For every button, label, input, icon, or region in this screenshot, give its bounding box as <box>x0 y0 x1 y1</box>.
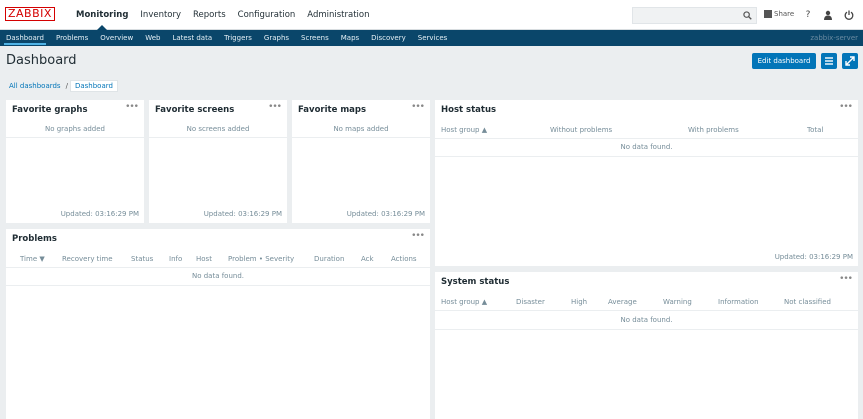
widget-system-status: System status ••• Host group ▲ Disaster … <box>435 272 858 419</box>
column-problem-severity: Problem • Severity <box>228 255 295 263</box>
sub-nav-web[interactable]: Web <box>139 30 166 46</box>
column-with-problems: With problems <box>688 126 739 134</box>
widget-title: Problems <box>12 234 57 244</box>
empty-message: No data found. <box>620 143 673 151</box>
column-time[interactable]: Time ▼ <box>20 252 45 266</box>
table-header: Host group ▲ Disaster High Average Warni… <box>435 295 858 309</box>
sub-nav-problems[interactable]: Problems <box>50 30 94 46</box>
divider <box>292 137 430 138</box>
column-not-classified: Not classified <box>784 298 831 306</box>
column-high: High <box>571 298 588 306</box>
column-information: Information <box>718 298 759 306</box>
share-icon <box>764 10 772 18</box>
divider <box>149 137 287 138</box>
column-host-group[interactable]: Host group ▲ <box>441 123 487 137</box>
share-link[interactable]: Share <box>764 10 794 18</box>
search-icon[interactable] <box>743 11 752 20</box>
zabbix-logo[interactable]: ZABBIX <box>5 7 55 21</box>
table-header: Host group ▲ Without problems With probl… <box>435 123 858 137</box>
sub-nav-discovery[interactable]: Discovery <box>365 30 412 46</box>
updated-timestamp: Updated: 03:16:29 PM <box>60 210 139 218</box>
top-bar: ZABBIX Monitoring Inventory Reports Conf… <box>0 0 863 30</box>
sub-nav-screens[interactable]: Screens <box>295 30 335 46</box>
edit-dashboard-button[interactable]: Edit dashboard <box>752 53 816 69</box>
updated-timestamp: Updated: 03:16:29 PM <box>203 210 282 218</box>
sub-nav: Dashboard Problems Overview Web Latest d… <box>0 30 453 46</box>
column-status: Status <box>131 255 154 263</box>
empty-message: No graphs added <box>44 125 106 133</box>
main-nav-reports[interactable]: Reports <box>187 0 232 30</box>
column-duration: Duration <box>314 255 345 263</box>
widget-title: Host status <box>441 105 497 115</box>
divider <box>435 329 858 330</box>
updated-timestamp: Updated: 03:16:29 PM <box>774 253 853 261</box>
server-name: zabbix-server <box>810 34 858 42</box>
sub-nav-dashboard[interactable]: Dashboard <box>0 30 50 46</box>
divider <box>435 138 858 139</box>
updated-timestamp: Updated: 03:16:29 PM <box>346 210 425 218</box>
empty-message: No data found. <box>620 316 673 324</box>
column-warning: Warning <box>663 298 692 306</box>
column-ack: Ack <box>361 255 374 263</box>
sub-nav-triggers[interactable]: Triggers <box>218 30 258 46</box>
main-nav-monitoring[interactable]: Monitoring <box>70 0 134 30</box>
breadcrumb-current[interactable]: Dashboard <box>69 80 118 92</box>
empty-message: No maps added <box>333 125 389 133</box>
column-total: Total <box>807 126 824 134</box>
share-label: Share <box>774 10 795 18</box>
sub-nav-bar: Dashboard Problems Overview Web Latest d… <box>0 30 863 46</box>
widget-title: Favorite screens <box>155 105 235 115</box>
widget-menu-icon[interactable]: ••• <box>839 274 853 284</box>
main-nav-administration[interactable]: Administration <box>301 0 375 30</box>
widget-menu-icon[interactable]: ••• <box>411 102 425 112</box>
main-nav: Monitoring Inventory Reports Configurati… <box>70 0 376 30</box>
widget-favorite-screens: Favorite screens ••• No screens added Up… <box>149 100 287 223</box>
divider <box>435 156 858 157</box>
user-profile-icon[interactable] <box>822 9 834 21</box>
table-header: Time ▼ Recovery time Status Info Host Pr… <box>6 252 430 266</box>
column-info: Info <box>169 255 183 263</box>
search-input[interactable] <box>632 7 757 24</box>
help-icon[interactable]: ? <box>802 9 814 21</box>
divider <box>6 267 430 268</box>
column-average: Average <box>608 298 637 306</box>
widget-favorite-maps: Favorite maps ••• No maps added Updated:… <box>292 100 430 223</box>
divider <box>435 310 858 311</box>
sub-nav-latest-data[interactable]: Latest data <box>166 30 218 46</box>
breadcrumb: All dashboards / Dashboard <box>6 80 118 92</box>
dashboard-list-button[interactable] <box>821 53 837 69</box>
widget-menu-icon[interactable]: ••• <box>839 102 853 112</box>
widget-title: Favorite graphs <box>12 105 88 115</box>
empty-message: No screens added <box>186 125 250 133</box>
column-recovery-time: Recovery time <box>62 255 113 263</box>
breadcrumb-all-dashboards[interactable]: All dashboards <box>6 80 64 92</box>
page-title: Dashboard <box>6 53 77 68</box>
widget-menu-icon[interactable]: ••• <box>411 231 425 241</box>
column-host: Host <box>196 255 212 263</box>
widget-title: Favorite maps <box>298 105 367 115</box>
sub-nav-maps[interactable]: Maps <box>335 30 365 46</box>
widget-title: System status <box>441 277 510 287</box>
main-nav-configuration[interactable]: Configuration <box>232 0 302 30</box>
fullscreen-button[interactable] <box>842 53 858 69</box>
widget-menu-icon[interactable]: ••• <box>268 102 282 112</box>
widget-favorite-graphs: Favorite graphs ••• No graphs added Upda… <box>6 100 144 223</box>
divider <box>6 285 430 286</box>
list-icon <box>825 57 833 65</box>
widget-menu-icon[interactable]: ••• <box>125 102 139 112</box>
column-without-problems: Without problems <box>550 126 613 134</box>
divider <box>6 137 144 138</box>
sub-nav-services[interactable]: Services <box>412 30 454 46</box>
widget-host-status: Host status ••• Host group ▲ Without pro… <box>435 100 858 266</box>
sub-nav-graphs[interactable]: Graphs <box>258 30 295 46</box>
fullscreen-icon <box>845 56 855 66</box>
sign-out-icon[interactable] <box>843 9 855 21</box>
widget-problems: Problems ••• Time ▼ Recovery time Status… <box>6 229 430 419</box>
main-nav-inventory[interactable]: Inventory <box>134 0 187 30</box>
column-disaster: Disaster <box>516 298 545 306</box>
column-host-group[interactable]: Host group ▲ <box>441 295 487 309</box>
sub-nav-overview[interactable]: Overview <box>94 30 139 46</box>
column-actions: Actions <box>391 255 417 263</box>
empty-message: No data found. <box>191 272 245 280</box>
